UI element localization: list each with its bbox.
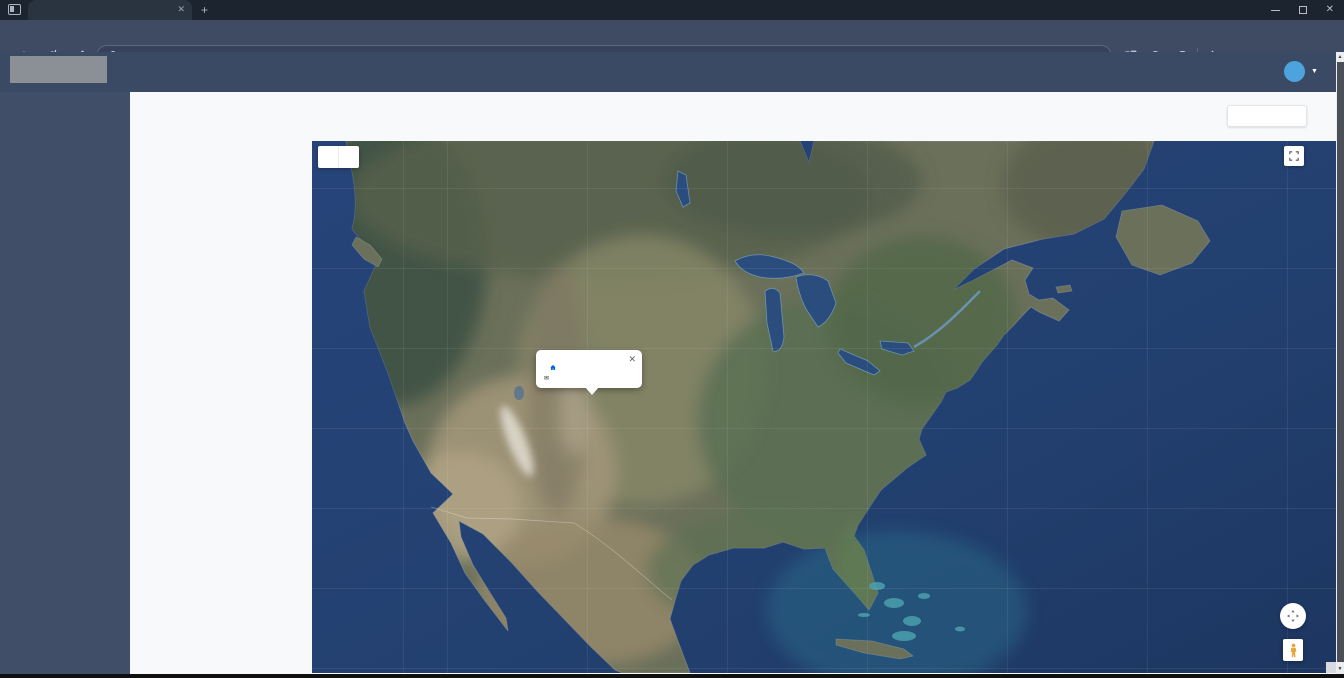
info-window: ✕ ✉	[536, 350, 642, 388]
app-header	[0, 52, 1344, 92]
scroll-up-icon[interactable]: ▲	[1336, 52, 1344, 62]
scroll-down-icon[interactable]: ▼	[1336, 664, 1344, 674]
window-app-icon	[8, 4, 21, 15]
browser-tab[interactable]: ✕	[28, 0, 192, 20]
zillow-house-icon	[549, 364, 557, 372]
user-avatar[interactable]	[1284, 61, 1305, 82]
page-scrollbar[interactable]: ▲ ▼	[1336, 52, 1344, 674]
main-content: ✕ ✉	[130, 92, 1336, 674]
prospect-heatmap-map[interactable]: ✕ ✉	[312, 141, 1336, 673]
browser-tab-bar: ✕ + ✕	[0, 0, 1344, 20]
company-logo-placeholder	[10, 56, 107, 83]
pan-arrows-icon	[1285, 608, 1301, 624]
window-controls: ✕	[1271, 0, 1334, 20]
dashboard-button[interactable]	[1227, 105, 1307, 127]
map-type-control	[318, 146, 359, 168]
fullscreen-button[interactable]	[1284, 146, 1304, 166]
browser-toolbar	[0, 20, 1344, 52]
email-icon: ✉	[544, 375, 549, 382]
maximize-icon[interactable]	[1299, 6, 1307, 14]
fullscreen-icon	[1288, 150, 1300, 162]
pegman-icon	[1289, 643, 1298, 658]
minimize-icon[interactable]	[1271, 10, 1280, 11]
window-bottom-edge	[0, 674, 1344, 678]
street-view-pegman[interactable]	[1283, 639, 1303, 661]
new-tab-button[interactable]: +	[201, 3, 208, 17]
info-window-arrow	[585, 387, 599, 395]
account-chevron-down-icon[interactable]: ▼	[1311, 68, 1318, 75]
graticule-grid	[312, 141, 1336, 673]
satellite-view-button[interactable]	[339, 146, 359, 168]
info-close-icon[interactable]: ✕	[628, 354, 636, 365]
pan-control[interactable]	[1280, 603, 1306, 629]
tab-close-icon[interactable]: ✕	[177, 4, 185, 15]
sidebar	[0, 92, 130, 674]
zillow-link[interactable]	[549, 364, 558, 372]
map-view-button[interactable]	[318, 146, 339, 168]
scrollbar-thumb[interactable]	[1337, 62, 1344, 662]
close-window-icon[interactable]: ✕	[1326, 5, 1334, 15]
map-attribution	[1326, 662, 1336, 673]
